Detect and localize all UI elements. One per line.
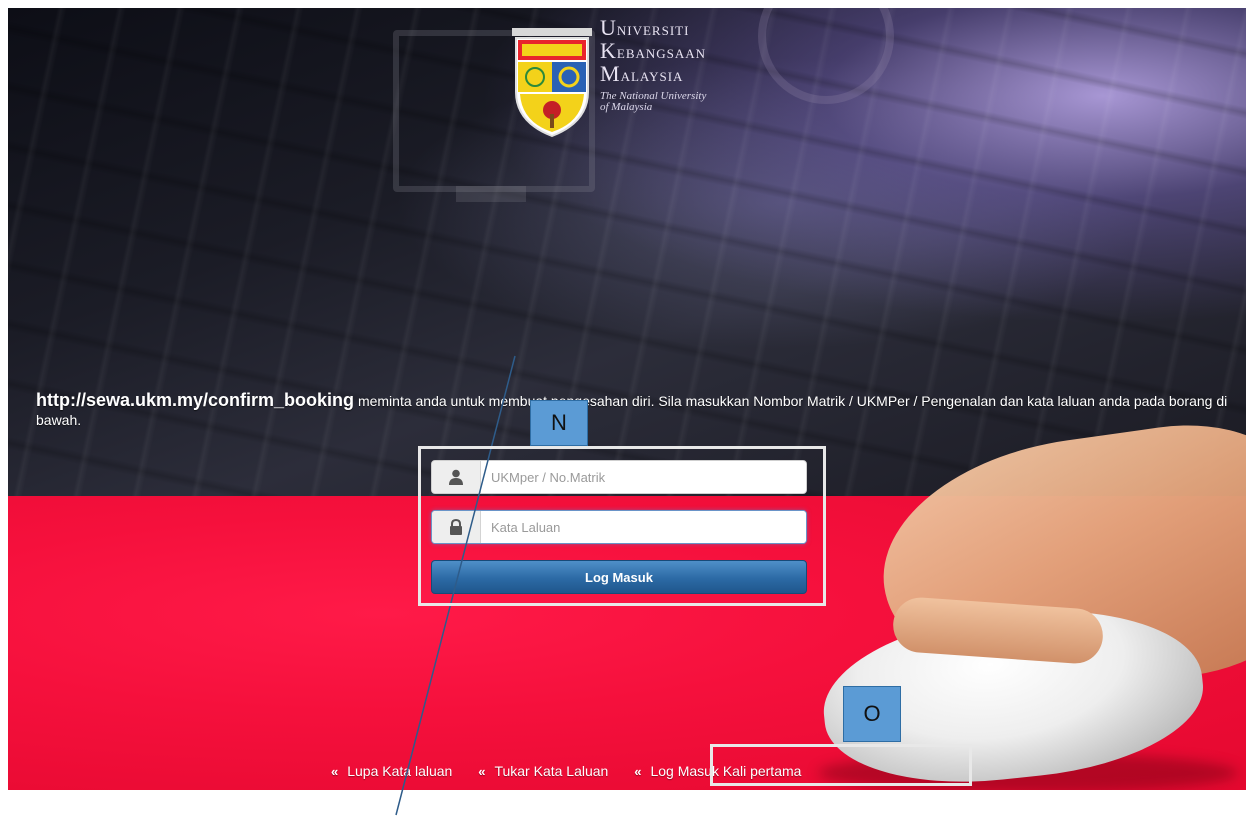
annotation-label-n: N	[530, 400, 588, 446]
annotation-box-o	[710, 744, 972, 786]
annotation-pointer-line	[395, 355, 516, 816]
annotation-label-o: O	[843, 686, 901, 742]
annotation-box-n	[418, 446, 826, 606]
